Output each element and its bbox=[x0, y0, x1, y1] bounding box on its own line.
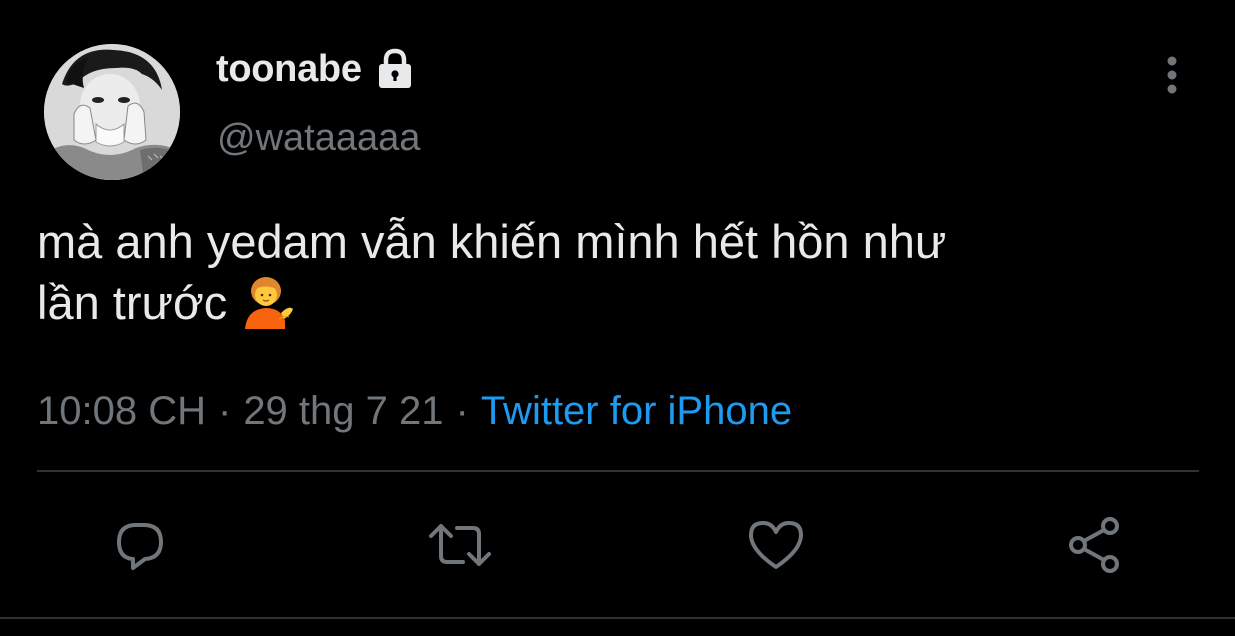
tweet-text-line-2: lần trước bbox=[37, 271, 1197, 332]
reply-icon bbox=[117, 523, 163, 570]
display-name[interactable]: toonabe bbox=[216, 48, 362, 91]
heart-icon bbox=[749, 521, 803, 569]
tweet: toonabe @wataaaaa mà anh yedam vẫn khiến… bbox=[0, 0, 1235, 636]
tweet-source-link[interactable]: Twitter for iPhone bbox=[481, 389, 792, 434]
retweet-icon bbox=[429, 524, 491, 566]
user-handle[interactable]: @wataaaaa bbox=[217, 117, 420, 160]
share-button[interactable] bbox=[1059, 510, 1129, 580]
tweet-text-line-2-text: lần trước bbox=[37, 276, 228, 329]
bottom-divider bbox=[0, 617, 1235, 619]
separator: · bbox=[217, 388, 232, 433]
avatar-image bbox=[44, 44, 180, 180]
lock-icon bbox=[372, 46, 418, 92]
divider bbox=[37, 470, 1199, 472]
share-icon bbox=[1069, 517, 1119, 573]
tweet-date[interactable]: 29 thg 7 21 bbox=[243, 389, 443, 434]
separator: · bbox=[455, 388, 469, 433]
tweet-meta: 10:08 CH · 29 thg 7 21 · Twitter for iPh… bbox=[37, 386, 792, 436]
tweet-time[interactable]: 10:08 CH bbox=[37, 389, 206, 434]
tweet-text: mà anh yedam vẫn khiến mình hết hồn như … bbox=[37, 212, 1197, 332]
like-button[interactable] bbox=[741, 510, 811, 580]
person-tipping-hand-emoji bbox=[237, 271, 295, 329]
display-name-row[interactable]: toonabe bbox=[216, 42, 418, 96]
avatar[interactable] bbox=[44, 44, 180, 180]
reply-button[interactable] bbox=[105, 510, 175, 580]
tweet-actions bbox=[0, 510, 1235, 580]
tweet-text-line-1: mà anh yedam vẫn khiến mình hết hồn như bbox=[37, 215, 947, 268]
retweet-button[interactable] bbox=[425, 510, 495, 580]
more-vertical-icon[interactable] bbox=[1150, 52, 1194, 98]
